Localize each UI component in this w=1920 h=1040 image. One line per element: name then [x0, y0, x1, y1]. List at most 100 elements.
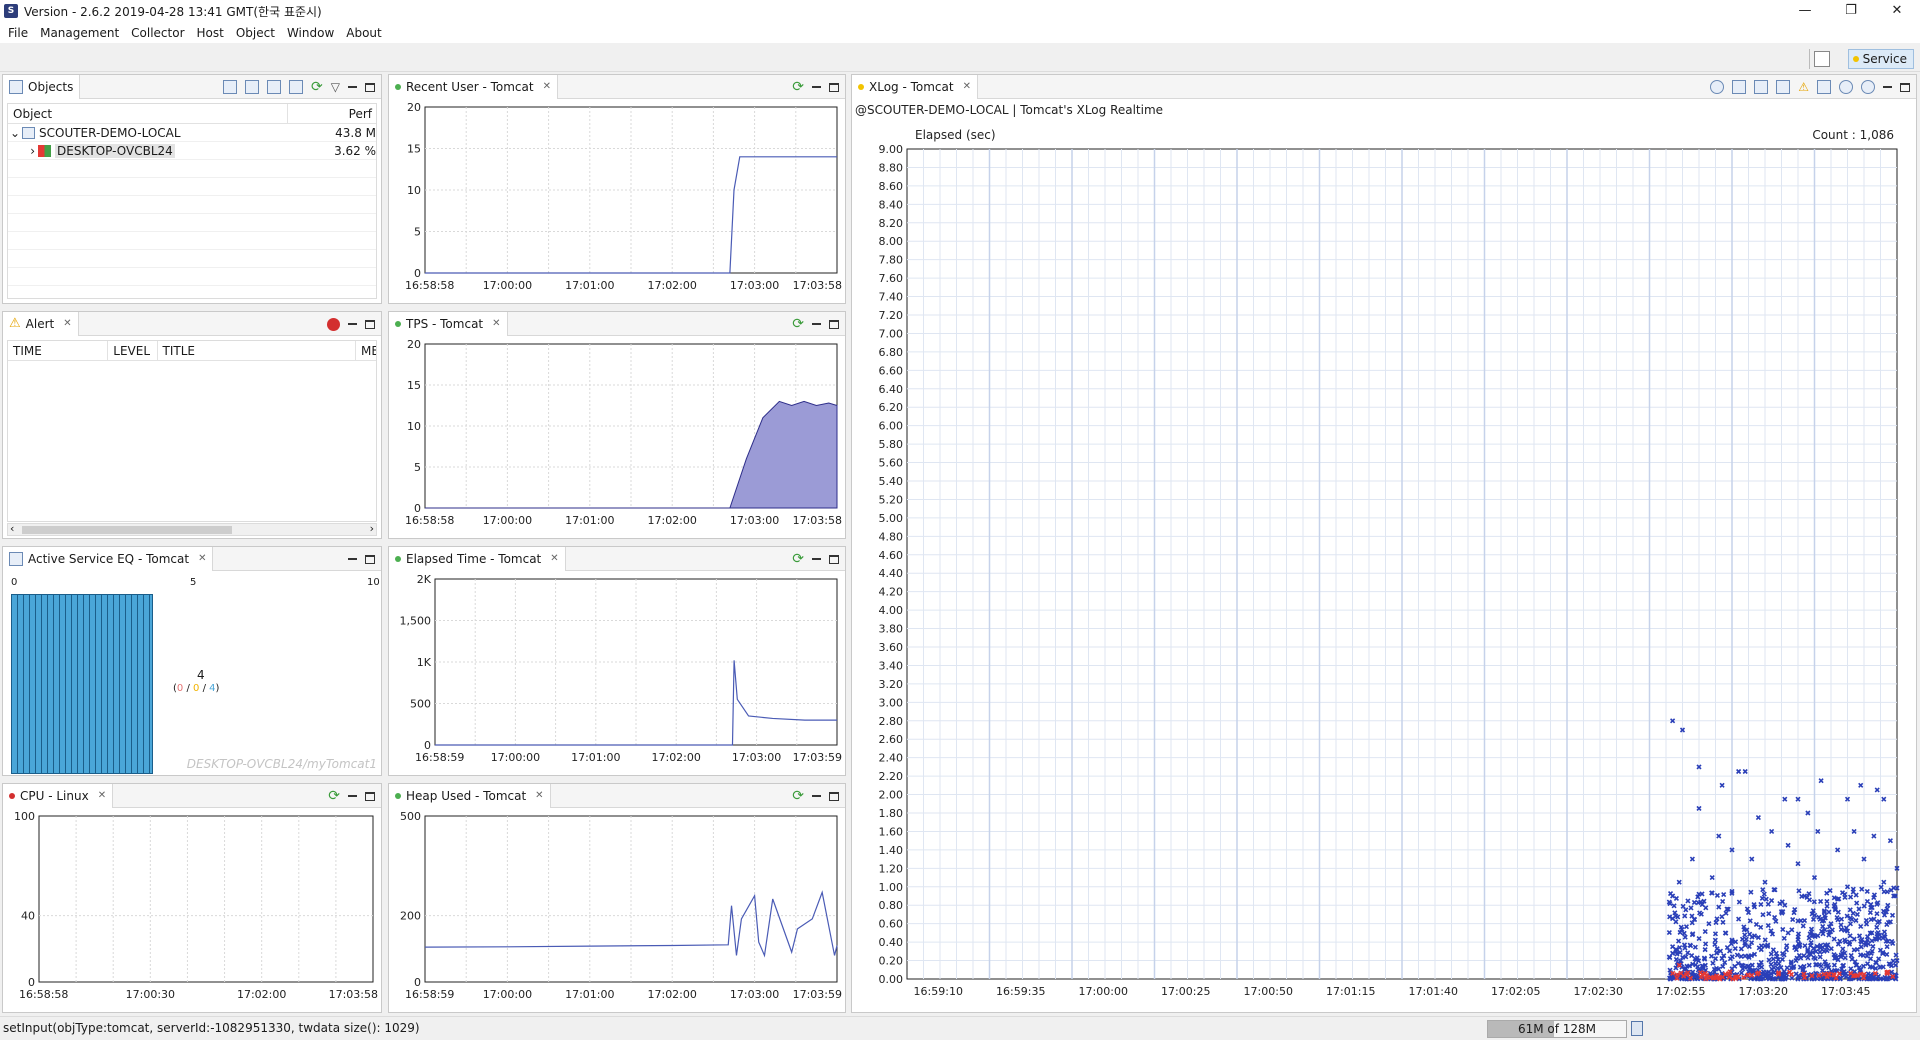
minimize-icon[interactable] — [812, 323, 821, 325]
close-tab-icon[interactable]: ✕ — [550, 553, 558, 564]
maximize-icon[interactable] — [1900, 82, 1910, 92]
column-time[interactable]: TIME — [8, 341, 109, 361]
load-icon[interactable] — [1754, 80, 1769, 94]
close-tab-icon[interactable]: ✕ — [63, 318, 71, 329]
close-tab-icon[interactable]: ✕ — [535, 790, 543, 801]
restore-button[interactable]: ❐ — [1828, 0, 1874, 22]
filter-icon[interactable] — [1732, 80, 1747, 94]
menu-window[interactable]: Window — [281, 26, 340, 40]
refresh-icon[interactable]: ⟳ — [792, 316, 804, 332]
maximize-icon[interactable] — [829, 791, 839, 801]
link-icon[interactable] — [1776, 80, 1791, 94]
maximize-icon[interactable] — [829, 82, 839, 92]
objects-tools: ⟳ ▽ — [223, 75, 375, 99]
tab-xlog[interactable]: XLog - Tomcat ✕ — [852, 74, 978, 99]
close-button[interactable]: ✕ — [1874, 0, 1920, 22]
y-tick-label: 8.60 — [879, 180, 904, 193]
refresh-icon[interactable]: ⟳ — [792, 551, 804, 567]
tab-heap-used[interactable]: Heap Used - Tomcat ✕ — [389, 783, 551, 808]
column-perf[interactable]: Perf — [288, 104, 376, 124]
lock-icon[interactable] — [1817, 80, 1831, 94]
menu-object[interactable]: Object — [230, 26, 281, 40]
minimize-icon[interactable] — [348, 86, 357, 88]
minimize-icon[interactable] — [348, 323, 357, 325]
minimize-icon[interactable] — [348, 558, 357, 560]
open-perspective-icon[interactable] — [1814, 51, 1830, 67]
maximize-icon[interactable] — [365, 82, 375, 92]
tab-recent-user[interactable]: Recent User - Tomcat ✕ — [389, 74, 558, 99]
tab-cpu[interactable]: CPU - Linux ✕ — [3, 783, 114, 808]
maximize-icon[interactable] — [829, 319, 839, 329]
menu-host[interactable]: Host — [191, 26, 230, 40]
menu-file[interactable]: File — [2, 26, 34, 40]
column-level[interactable]: LEVEL — [108, 341, 158, 361]
table-row[interactable]: › DESKTOP-OVCBL24 3.62 % — [8, 142, 376, 160]
close-tab-icon[interactable]: ✕ — [543, 81, 551, 92]
table-row[interactable]: ⌄ SCOUTER-DEMO-LOCAL 43.8 M — [8, 124, 376, 142]
expand-toggle-icon[interactable]: › — [8, 144, 38, 158]
tab-objects[interactable]: Objects — [3, 74, 81, 99]
minimize-icon[interactable] — [348, 795, 357, 797]
clear-alert-icon[interactable] — [327, 317, 340, 331]
tab-alert[interactable]: ⚠ Alert ✕ — [3, 311, 79, 336]
x-tick-label: 17:01:00 — [571, 751, 620, 764]
service-perspective-button[interactable]: Service — [1847, 49, 1914, 69]
menu-collector[interactable]: Collector — [125, 26, 190, 40]
y-tick-label: 5.40 — [879, 475, 904, 488]
heap-status[interactable]: 61M of 128M — [1487, 1020, 1627, 1038]
zoom-in-icon[interactable] — [1839, 80, 1853, 94]
menu-management[interactable]: Management — [34, 26, 125, 40]
minimize-icon[interactable] — [812, 86, 821, 88]
y-tick-label: 1K — [417, 656, 432, 669]
maximize-icon[interactable] — [365, 554, 375, 564]
close-tab-icon[interactable]: ✕ — [198, 553, 206, 564]
maximize-icon[interactable] — [365, 791, 375, 801]
refresh-icon[interactable]: ⟳ — [311, 79, 323, 95]
xlog-tools: ⚠ — [1710, 75, 1910, 99]
garbage-collect-icon[interactable] — [1631, 1021, 1643, 1036]
view-menu-icon[interactable]: ▽ — [331, 80, 340, 94]
refresh-icon[interactable]: ⟳ — [792, 788, 804, 804]
column-message[interactable]: ME — [356, 341, 376, 361]
minimize-icon[interactable] — [812, 795, 821, 797]
menu-about[interactable]: About — [340, 26, 387, 40]
refresh-icon[interactable]: ⟳ — [792, 79, 804, 95]
maximize-icon[interactable] — [829, 554, 839, 564]
server-icon[interactable] — [267, 80, 282, 94]
y-tick-label: 2.00 — [879, 789, 904, 802]
service-star-icon — [1852, 56, 1859, 62]
x-tick-label: 17:00:00 — [483, 279, 532, 292]
column-title[interactable]: TITLE — [158, 341, 356, 361]
collapse-all-icon[interactable] — [245, 80, 260, 94]
y-tick-label: 9.00 — [879, 143, 904, 156]
minimize-icon[interactable] — [812, 558, 821, 560]
toolbar-separator — [1809, 49, 1810, 69]
help-icon[interactable] — [1710, 80, 1725, 94]
refresh-icon[interactable]: ⟳ — [328, 788, 340, 804]
minimize-icon[interactable] — [1883, 86, 1892, 88]
close-tab-icon[interactable]: ✕ — [492, 318, 500, 329]
close-tab-icon[interactable]: ✕ — [963, 81, 971, 92]
scroll-left-icon[interactable]: ‹ — [10, 522, 14, 535]
scroll-right-icon[interactable]: › — [370, 522, 374, 535]
expand-all-icon[interactable] — [223, 80, 238, 94]
scrollbar-thumb[interactable] — [22, 526, 232, 534]
collapse-toggle-icon[interactable]: ⌄ — [8, 126, 22, 140]
collector-icon — [22, 127, 35, 139]
zoom-out-icon[interactable] — [1861, 80, 1875, 94]
minimize-button[interactable]: — — [1782, 0, 1828, 22]
tab-active-service[interactable]: Active Service EQ - Tomcat ✕ — [3, 546, 214, 571]
tab-elapsed-time[interactable]: Elapsed Time - Tomcat ✕ — [389, 546, 566, 571]
close-tab-icon[interactable]: ✕ — [98, 790, 106, 801]
x-tick-label: 17:00:50 — [1244, 985, 1293, 998]
y-tick-label: 5.00 — [879, 512, 904, 525]
x-tick-label: 16:59:10 — [914, 985, 963, 998]
y-tick-label: 1.80 — [879, 807, 904, 820]
filter-icon[interactable] — [289, 80, 304, 94]
column-object[interactable]: Object — [8, 104, 289, 124]
warning-filter-icon[interactable]: ⚠ — [1798, 80, 1809, 94]
horizontal-scrollbar[interactable]: ‹ › — [7, 522, 377, 536]
maximize-icon[interactable] — [365, 319, 375, 329]
tab-tps[interactable]: TPS - Tomcat ✕ — [389, 311, 508, 336]
y-tick-label: 4.00 — [879, 604, 904, 617]
